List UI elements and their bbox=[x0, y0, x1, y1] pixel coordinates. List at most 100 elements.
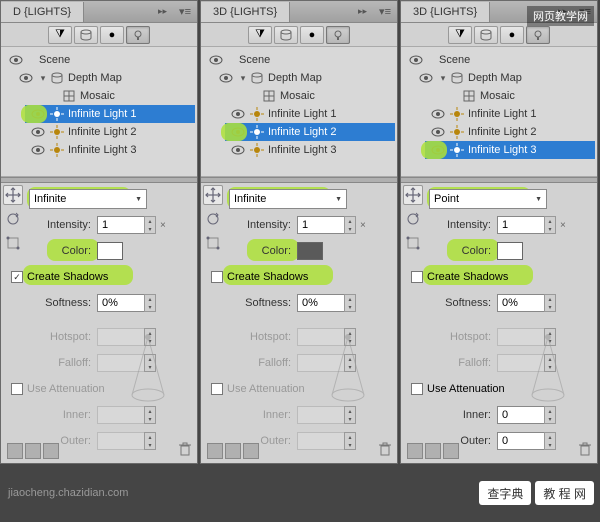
eye-icon[interactable] bbox=[227, 145, 249, 155]
filter-lights-icon[interactable] bbox=[126, 26, 150, 44]
scene-header-row[interactable]: Scene bbox=[3, 51, 195, 69]
tree-depthmap-row[interactable]: ▾ Depth Map bbox=[213, 69, 395, 87]
softness-spinner[interactable]: ▴▾ bbox=[544, 294, 556, 312]
panel-menu-icon[interactable]: ▾≡ bbox=[373, 5, 397, 18]
softness-spinner[interactable]: ▴▾ bbox=[144, 294, 156, 312]
filter-mesh-icon[interactable] bbox=[74, 26, 98, 44]
twisty-icon[interactable]: ▾ bbox=[37, 73, 49, 84]
move-tool-icon[interactable] bbox=[403, 185, 423, 205]
reset-icon[interactable]: × bbox=[360, 220, 366, 231]
eye-icon[interactable] bbox=[427, 109, 449, 119]
create-shadows-checkbox[interactable] bbox=[211, 271, 223, 283]
tree-light-row[interactable]: Infinite Light 1 bbox=[425, 105, 595, 123]
eye-icon[interactable] bbox=[205, 55, 227, 65]
intensity-input[interactable]: 1 bbox=[497, 216, 545, 234]
filter-material-icon[interactable]: ● bbox=[100, 26, 124, 44]
scene-header-row[interactable]: Scene bbox=[203, 51, 395, 69]
tree-light-row[interactable]: Infinite Light 3 bbox=[425, 141, 595, 159]
softness-input[interactable]: 0% bbox=[297, 294, 345, 312]
intensity-input[interactable]: 1 bbox=[97, 216, 145, 234]
filter-scene-icon[interactable]: ⧩ bbox=[48, 26, 72, 44]
scene-header-row[interactable]: Scene bbox=[403, 51, 595, 69]
reset-icon[interactable]: × bbox=[160, 220, 166, 231]
intensity-spinner[interactable]: ▴▾ bbox=[544, 216, 556, 234]
rotate-tool-icon[interactable] bbox=[3, 209, 23, 229]
collapse-icon[interactable]: ▸▸ bbox=[152, 6, 173, 17]
filter-mesh-icon[interactable] bbox=[474, 26, 498, 44]
panel-tab[interactable]: D {LIGHTS} bbox=[1, 2, 84, 22]
eye-icon[interactable] bbox=[227, 109, 249, 119]
intensity-input[interactable]: 1 bbox=[297, 216, 345, 234]
tree-light-row[interactable]: Infinite Light 1 bbox=[225, 105, 395, 123]
move-tool-icon[interactable] bbox=[203, 185, 223, 205]
use-attenuation-checkbox[interactable] bbox=[411, 383, 423, 395]
preset-thumb[interactable] bbox=[43, 443, 59, 459]
light-type-dropdown[interactable]: Infinite bbox=[29, 189, 147, 209]
eye-icon[interactable] bbox=[27, 145, 49, 155]
eye-icon[interactable] bbox=[415, 73, 437, 83]
preset-thumb[interactable] bbox=[225, 443, 241, 459]
filter-lights-icon[interactable] bbox=[526, 26, 550, 44]
tree-light-row[interactable]: Infinite Light 3 bbox=[25, 141, 195, 159]
create-shadows-checkbox[interactable] bbox=[411, 271, 423, 283]
create-shadows-checkbox[interactable]: ✓ bbox=[11, 271, 23, 283]
softness-spinner[interactable]: ▴▾ bbox=[344, 294, 356, 312]
tree-mosaic-row[interactable]: Mosaic bbox=[425, 87, 595, 105]
tree-mosaic-row[interactable]: Mosaic bbox=[25, 87, 195, 105]
eye-icon[interactable] bbox=[405, 55, 427, 65]
filter-mesh-icon[interactable] bbox=[274, 26, 298, 44]
preset-thumb[interactable] bbox=[7, 443, 23, 459]
preset-thumb[interactable] bbox=[243, 443, 259, 459]
tree-light-row[interactable]: Infinite Light 1 bbox=[25, 105, 195, 123]
softness-input[interactable]: 0% bbox=[97, 294, 145, 312]
move-tool-icon[interactable] bbox=[3, 185, 23, 205]
scale-tool-icon[interactable] bbox=[3, 233, 23, 253]
softness-input[interactable]: 0% bbox=[497, 294, 545, 312]
preset-thumb[interactable] bbox=[425, 443, 441, 459]
tree-depthmap-row[interactable]: ▾ Depth Map bbox=[13, 69, 195, 87]
preset-thumb[interactable] bbox=[207, 443, 223, 459]
tree-light-row[interactable]: Infinite Light 3 bbox=[225, 141, 395, 159]
light-type-dropdown[interactable]: Point bbox=[429, 189, 547, 209]
color-swatch[interactable] bbox=[297, 242, 323, 260]
rotate-tool-icon[interactable] bbox=[203, 209, 223, 229]
tree-light-row[interactable]: Infinite Light 2 bbox=[25, 123, 195, 141]
rotate-tool-icon[interactable] bbox=[403, 209, 423, 229]
eye-icon[interactable] bbox=[5, 55, 27, 65]
tree-depthmap-row[interactable]: ▾ Depth Map bbox=[413, 69, 595, 87]
twisty-icon[interactable]: ▾ bbox=[437, 73, 449, 84]
filter-lights-icon[interactable] bbox=[326, 26, 350, 44]
preset-thumb[interactable] bbox=[407, 443, 423, 459]
tree-light-row[interactable]: Infinite Light 2 bbox=[225, 123, 395, 141]
light-type-dropdown[interactable]: Infinite bbox=[229, 189, 347, 209]
outer-spinner[interactable]: ▴▾ bbox=[544, 432, 556, 450]
color-swatch[interactable] bbox=[97, 242, 123, 260]
filter-scene-icon[interactable]: ⧩ bbox=[248, 26, 272, 44]
filter-scene-icon[interactable]: ⧩ bbox=[448, 26, 472, 44]
scale-tool-icon[interactable] bbox=[203, 233, 223, 253]
eye-icon[interactable] bbox=[27, 127, 49, 137]
intensity-spinner[interactable]: ▴▾ bbox=[144, 216, 156, 234]
panel-tab[interactable]: 3D {LIGHTS} bbox=[201, 2, 290, 22]
outer-input[interactable]: 0 bbox=[497, 432, 545, 450]
inner-input[interactable]: 0 bbox=[497, 406, 545, 424]
panel-tab[interactable]: 3D {LIGHTS} bbox=[401, 2, 490, 22]
inner-spinner[interactable]: ▴▾ bbox=[544, 406, 556, 424]
eye-icon[interactable] bbox=[427, 127, 449, 137]
eye-icon[interactable] bbox=[215, 73, 237, 83]
tree-mosaic-row[interactable]: Mosaic bbox=[225, 87, 395, 105]
tree-light-row[interactable]: Infinite Light 2 bbox=[425, 123, 595, 141]
trash-icon[interactable] bbox=[179, 442, 191, 459]
filter-material-icon[interactable]: ● bbox=[300, 26, 324, 44]
color-swatch[interactable] bbox=[497, 242, 523, 260]
eye-icon[interactable] bbox=[15, 73, 37, 83]
collapse-icon[interactable]: ▸▸ bbox=[352, 6, 373, 17]
trash-icon[interactable] bbox=[379, 442, 391, 459]
preset-thumb[interactable] bbox=[25, 443, 41, 459]
panel-menu-icon[interactable]: ▾≡ bbox=[173, 5, 197, 18]
intensity-spinner[interactable]: ▴▾ bbox=[344, 216, 356, 234]
trash-icon[interactable] bbox=[579, 442, 591, 459]
reset-icon[interactable]: × bbox=[560, 220, 566, 231]
twisty-icon[interactable]: ▾ bbox=[237, 73, 249, 84]
filter-material-icon[interactable]: ● bbox=[500, 26, 524, 44]
